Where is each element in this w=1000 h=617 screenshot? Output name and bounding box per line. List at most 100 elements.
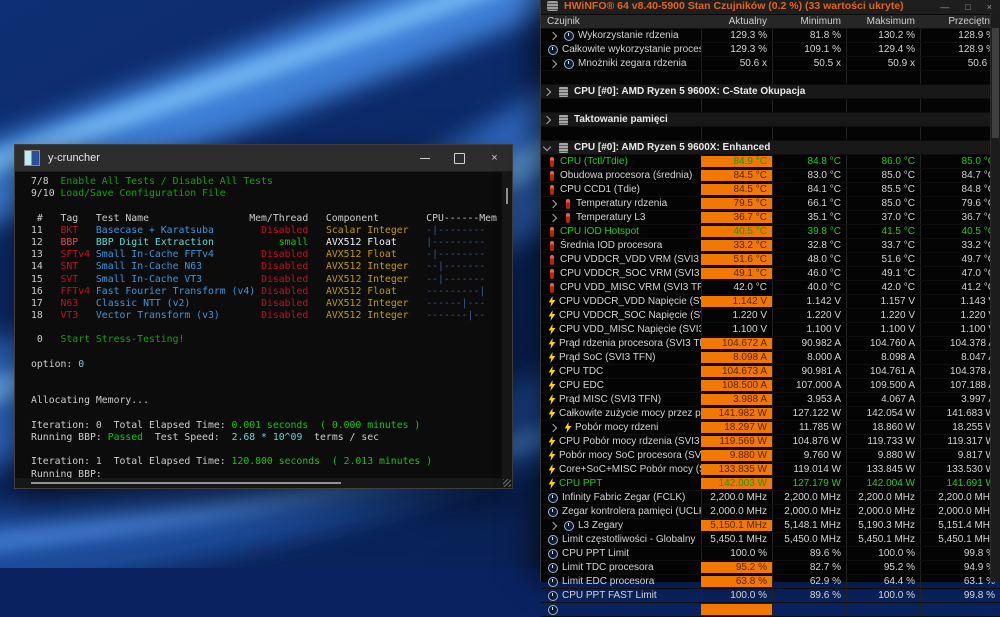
sensor-value-cell: 2,000.0 MHz	[920, 505, 1000, 518]
sensor-row[interactable]: Temperatury rdzenia79.5 °C66.1 °C85.0 °C…	[541, 197, 1000, 211]
console-line: 14 SNT Small In-Cache N63 Disabled AVX51…	[31, 261, 502, 273]
sensor-row[interactable]: Obudowa procesora (średnia)84.5 °C83.0 °…	[541, 169, 1000, 183]
clock-icon	[548, 577, 558, 587]
sensor-value-cell: 85.0 °C	[920, 155, 1000, 168]
console-vertical-scrollbar[interactable]	[502, 172, 512, 478]
hwinfo-titlebar[interactable]: HWiNFO® 64 v8.40-5900 Stan Czujników (0.…	[541, 0, 1000, 15]
chevron-right-icon[interactable]	[549, 199, 557, 207]
sensor-value-cell: 129.3 %	[701, 29, 772, 42]
hwinfo-vertical-scrollbar[interactable]	[990, 12, 1000, 582]
console-line: 0 Start Stress-Testing!	[31, 334, 502, 346]
sensor-value-cell: 1.220 V	[920, 309, 1000, 322]
clock-icon	[548, 45, 558, 55]
sensor-name-cell: CPU VDDCR_VDD Napięcie (SVI3 ...	[541, 295, 701, 308]
lightning-icon	[548, 450, 556, 461]
column-header-current[interactable]: Aktualny	[701, 15, 772, 28]
sensor-row[interactable]: CPU Pobór mocy rdzenia (SVI3 T...119.569…	[541, 435, 1000, 449]
lightning-icon	[548, 408, 556, 419]
chevron-right-icon[interactable]	[549, 31, 557, 39]
sensor-value-cell: 40.5 °C	[920, 225, 1000, 238]
close-button[interactable]: ×	[477, 145, 512, 171]
sensor-row[interactable]	[541, 603, 1000, 617]
sensor-row[interactable]: CPU (Tctl/Tdie)84.9 °C84.8 °C86.0 °C85.0…	[541, 155, 1000, 169]
maximize-icon[interactable]: □	[965, 2, 970, 12]
console-line	[31, 200, 502, 212]
sensor-label: Całkowite zużycie mocy przez pr...	[559, 408, 701, 419]
sensor-row[interactable]: CPU VDDCR_VDD Napięcie (SVI3 ...1.142 V1…	[541, 295, 1000, 309]
sensor-group-header[interactable]: Taktowanie pamięci	[541, 113, 1000, 127]
thermometer-icon	[550, 171, 554, 181]
sensor-row[interactable]: CPU IOD Hotspot40.5 °C39.8 °C41.5 °C40.5…	[541, 225, 1000, 239]
sensor-row[interactable]: Prąd MISC (SVI3 TFN)3.988 A3.953 A4.067 …	[541, 393, 1000, 407]
chevron-right-icon[interactable]	[543, 87, 551, 95]
sensor-value-cell: 1.100 V	[701, 323, 772, 336]
sensor-row[interactable]: CPU PPT142.003 W127.179 W142.004 W141.69…	[541, 477, 1000, 491]
close-icon[interactable]: ×	[987, 2, 992, 12]
chevron-right-icon[interactable]	[549, 213, 557, 221]
chevron-right-icon[interactable]	[549, 521, 557, 529]
chip-icon	[559, 143, 568, 153]
sensor-row[interactable]: Limit EDC procesora63.8 %62.9 %64.4 %63.…	[541, 575, 1000, 589]
sensor-value-cell: 50.9 x	[846, 57, 920, 70]
sensor-row[interactable]: CPU VDD_MISC VRM (SVI3 TFN)42.0 °C40.0 °…	[541, 281, 1000, 295]
column-header-minimum[interactable]: Minimum	[772, 15, 846, 28]
sensor-value-cell	[701, 604, 772, 615]
minimize-button[interactable]	[407, 145, 442, 171]
sensor-row[interactable]: CPU VDDCR_SOC VRM (SVI3 TFN)49.1 °C46.0 …	[541, 267, 1000, 281]
sensor-row[interactable]: Temperatury L336.7 °C35.1 °C37.0 °C36.7 …	[541, 211, 1000, 225]
sensor-row[interactable]: CPU VDDCR_VDD VRM (SVI3 TFN)51.6 °C48.0 …	[541, 253, 1000, 267]
console-horizontal-scrollbar[interactable]	[15, 478, 502, 488]
sensor-value-cell: 141.982 W	[701, 408, 772, 419]
sensor-value-cell: 89.6 %	[772, 547, 846, 560]
ycruncher-titlebar[interactable]: y-cruncher ×	[15, 145, 512, 172]
console-line: Allocating Memory...	[31, 395, 502, 407]
sensor-row[interactable]: CPU VDD_MISC Napięcie (SVI3 T...1.100 V1…	[541, 323, 1000, 337]
column-header-average[interactable]: Przeciętny	[920, 15, 1000, 28]
sensor-row[interactable]: Pobór mocy SoC procesora (SVI3...9.880 W…	[541, 449, 1000, 463]
sensor-row[interactable]: Prąd rdzenia procesora (SVI3 TFN)104.672…	[541, 337, 1000, 351]
sensor-row[interactable]: Zegar kontrolera pamięci (UCLK)2,000.0 M…	[541, 505, 1000, 519]
sensor-row[interactable]: Całkowite wykorzystanie procesora129.3 %…	[541, 43, 1000, 57]
table-gap-row	[541, 71, 1000, 85]
sensor-row[interactable]: CPU CCD1 (Tdie)84.5 °C84.1 °C85.5 °C84.8…	[541, 183, 1000, 197]
sensor-row[interactable]: Pobór mocy rdzeni18.297 W11.785 W18.860 …	[541, 421, 1000, 435]
hwinfo-rows: Wykorzystanie rdzenia129.3 %81.8 %130.2 …	[541, 29, 1000, 617]
sensor-row[interactable]: CPU TDC104.673 A90.981 A104.761 A104.378…	[541, 365, 1000, 379]
sensor-row[interactable]: Limit TDC procesora95.2 %82.7 %95.2 %94.…	[541, 561, 1000, 575]
column-header-sensor[interactable]: Czujnik	[541, 15, 701, 28]
sensor-row[interactable]: Mnożniki zegara rdzenia50.6 x50.5 x50.9 …	[541, 57, 1000, 71]
sensor-row[interactable]: CPU EDC108.500 A107.000 A109.500 A107.18…	[541, 379, 1000, 393]
sensor-group-header[interactable]: CPU [#0]: AMD Ryzen 5 9600X: Enhanced	[541, 141, 1000, 155]
sensor-row[interactable]: Wykorzystanie rdzenia129.3 %81.8 %130.2 …	[541, 29, 1000, 43]
maximize-button[interactable]	[442, 145, 477, 171]
sensor-row[interactable]: L3 Zegary5,150.1 MHz5,148.1 MHz5,190.3 M…	[541, 519, 1000, 533]
chevron-right-icon[interactable]	[549, 59, 557, 67]
chevron-right-icon[interactable]	[543, 115, 551, 123]
sensor-value-cell: 84.5 °C	[701, 170, 772, 181]
column-header-maximum[interactable]: Maksimum	[846, 15, 920, 28]
sensor-row[interactable]: Całkowite zużycie mocy przez pr...141.98…	[541, 407, 1000, 421]
sensor-row[interactable]: Prąd SoC (SVI3 TFN)8.098 A8.000 A8.098 A…	[541, 351, 1000, 365]
sensor-value-cell: 107.000 A	[772, 379, 846, 392]
sensor-row[interactable]: Limit częstotliwości - Globalny5,450.1 M…	[541, 533, 1000, 547]
chevron-down-icon[interactable]	[543, 142, 551, 150]
sensor-value-cell: 2,000.0 MHz	[772, 505, 846, 518]
sensor-row[interactable]: Core+SoC+MISC Pobór mocy (S...133.835 W1…	[541, 463, 1000, 477]
minimize-icon[interactable]: —	[940, 2, 949, 12]
vertical-scrollbar-thumb[interactable]	[506, 188, 508, 204]
sensor-row[interactable]: Infinity Fabric Zegar (FCLK)2,200.0 MHz2…	[541, 491, 1000, 505]
sensor-row[interactable]: CPU VDDCR_SOC Napięcie (SVI3 ...1.220 V1…	[541, 309, 1000, 323]
sensor-name-cell: Limit EDC procesora	[541, 575, 701, 588]
sensor-group-header[interactable]: CPU [#0]: AMD Ryzen 5 9600X: C-State Oku…	[541, 85, 1000, 99]
hwinfo-scrollbar-thumb[interactable]	[992, 28, 999, 138]
chevron-right-icon[interactable]	[549, 423, 557, 431]
console-line	[31, 383, 502, 395]
sensor-row[interactable]: CPU PPT FAST Limit100.0 %89.6 %100.0 %99…	[541, 589, 1000, 603]
sensor-row[interactable]: Średnia IOD procesora33.2 °C32.8 °C33.7 …	[541, 239, 1000, 253]
console-line: 18 VT3 Vector Transform (v3) Disabled AV…	[31, 310, 502, 322]
window-resize-grip[interactable]	[502, 478, 512, 488]
horizontal-scrollbar-thumb[interactable]	[31, 482, 341, 484]
sensor-row[interactable]: CPU PPT Limit100.0 %89.6 %100.0 %99.8 %	[541, 547, 1000, 561]
sensor-value-cell: 5,190.3 MHz	[846, 519, 920, 532]
sensor-table-header: Czujnik Aktualny Minimum Maksimum Przeci…	[541, 15, 1000, 29]
